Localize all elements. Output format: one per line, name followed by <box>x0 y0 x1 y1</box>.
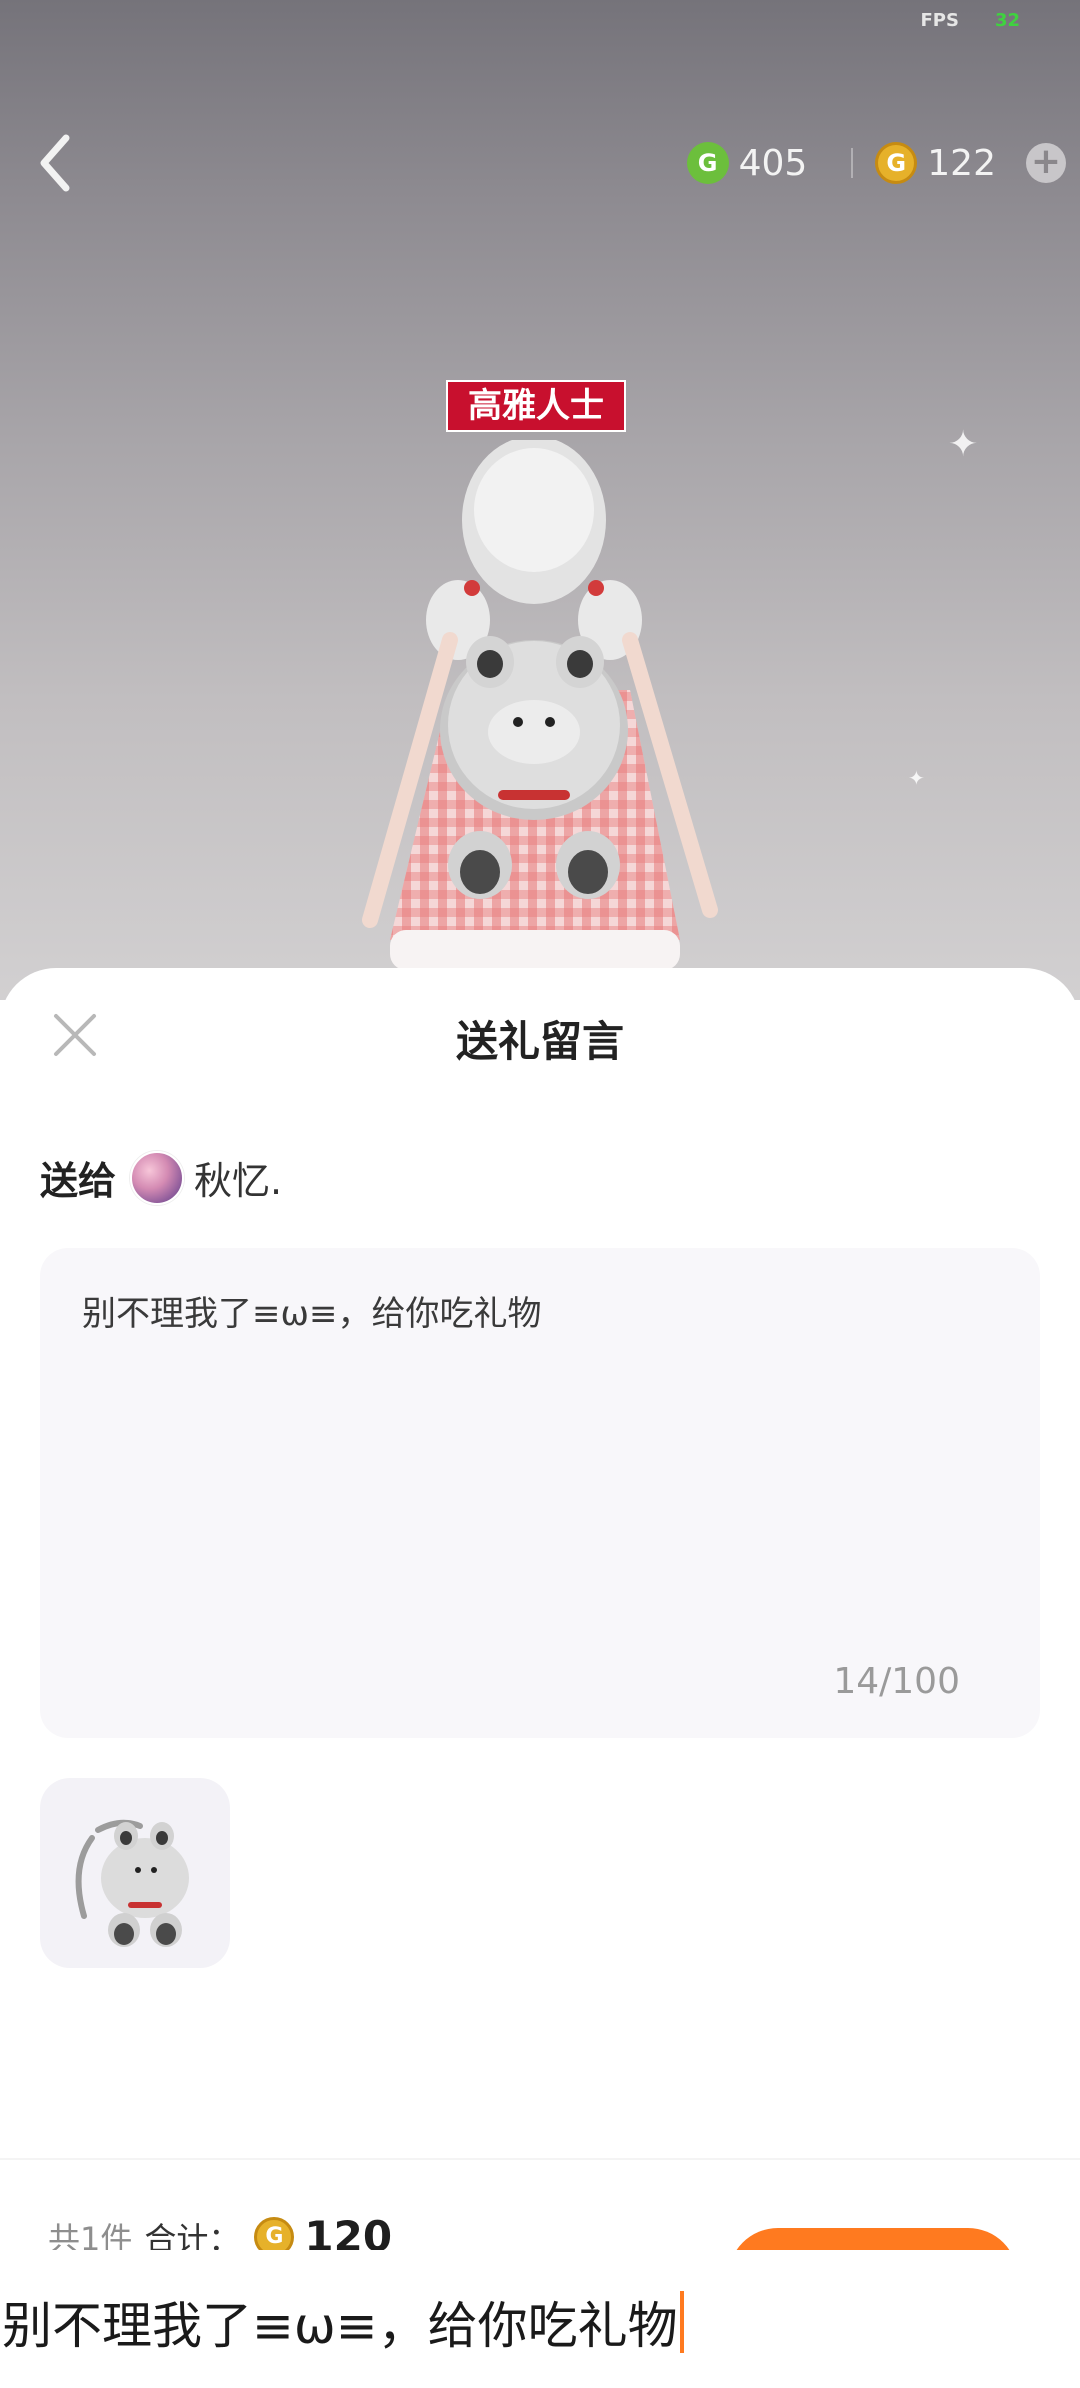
add-currency-button[interactable]: + <box>1026 143 1066 183</box>
gift-item-thumbnail[interactable] <box>40 1778 230 1968</box>
footer-divider <box>0 2158 1080 2160</box>
message-input[interactable]: 别不理我了≡ω≡，给你吃礼物 14/100 <box>40 1248 1040 1738</box>
recipient-name: 秋忆. <box>194 1159 283 1203</box>
message-text: 别不理我了≡ω≡，给你吃礼物 <box>82 1294 542 1334</box>
ime-text: 别不理我了≡ω≡，给你吃礼物 <box>2 2297 678 2355</box>
ime-composing-text[interactable]: 别不理我了≡ω≡，给你吃礼物 <box>2 2286 684 2358</box>
plush-backpack-icon <box>75 1819 189 1947</box>
text-caret <box>679 2291 684 2353</box>
sheet-title: 送礼留言 <box>455 1017 624 1066</box>
sparkle-icon: ✦ <box>948 424 979 465</box>
fps-counter: FPS 32 <box>920 10 1020 31</box>
avatar-character <box>362 440 718 970</box>
message-char-counter: 14/100 <box>833 1661 960 1702</box>
back-icon[interactable] <box>30 128 80 198</box>
gold-currency-value: 122 <box>927 142 996 184</box>
recipient-avatar <box>130 1150 185 1205</box>
name-tag: 高雅人士 <box>446 380 626 432</box>
currency-bar: G 405 G 122 + <box>686 138 1080 188</box>
recipient-row: 送给 秋忆. <box>40 1150 282 1205</box>
green-coin-icon: G <box>686 142 729 184</box>
sparkle-icon: ✦ <box>908 766 925 790</box>
send-to-label: 送给 <box>40 1159 117 1203</box>
gold-coin-icon: G <box>875 142 918 184</box>
currency-divider <box>851 148 854 178</box>
gold-currency: G 122 <box>875 142 996 184</box>
fps-value: 32 <box>994 10 1020 31</box>
green-currency: G 405 <box>686 142 808 184</box>
fps-label: FPS <box>920 10 959 31</box>
green-currency-value: 405 <box>738 142 808 184</box>
avatar-scene: FPS 32 G 405 G 122 + 高雅人士 ✦ ✦ <box>0 0 1080 1000</box>
